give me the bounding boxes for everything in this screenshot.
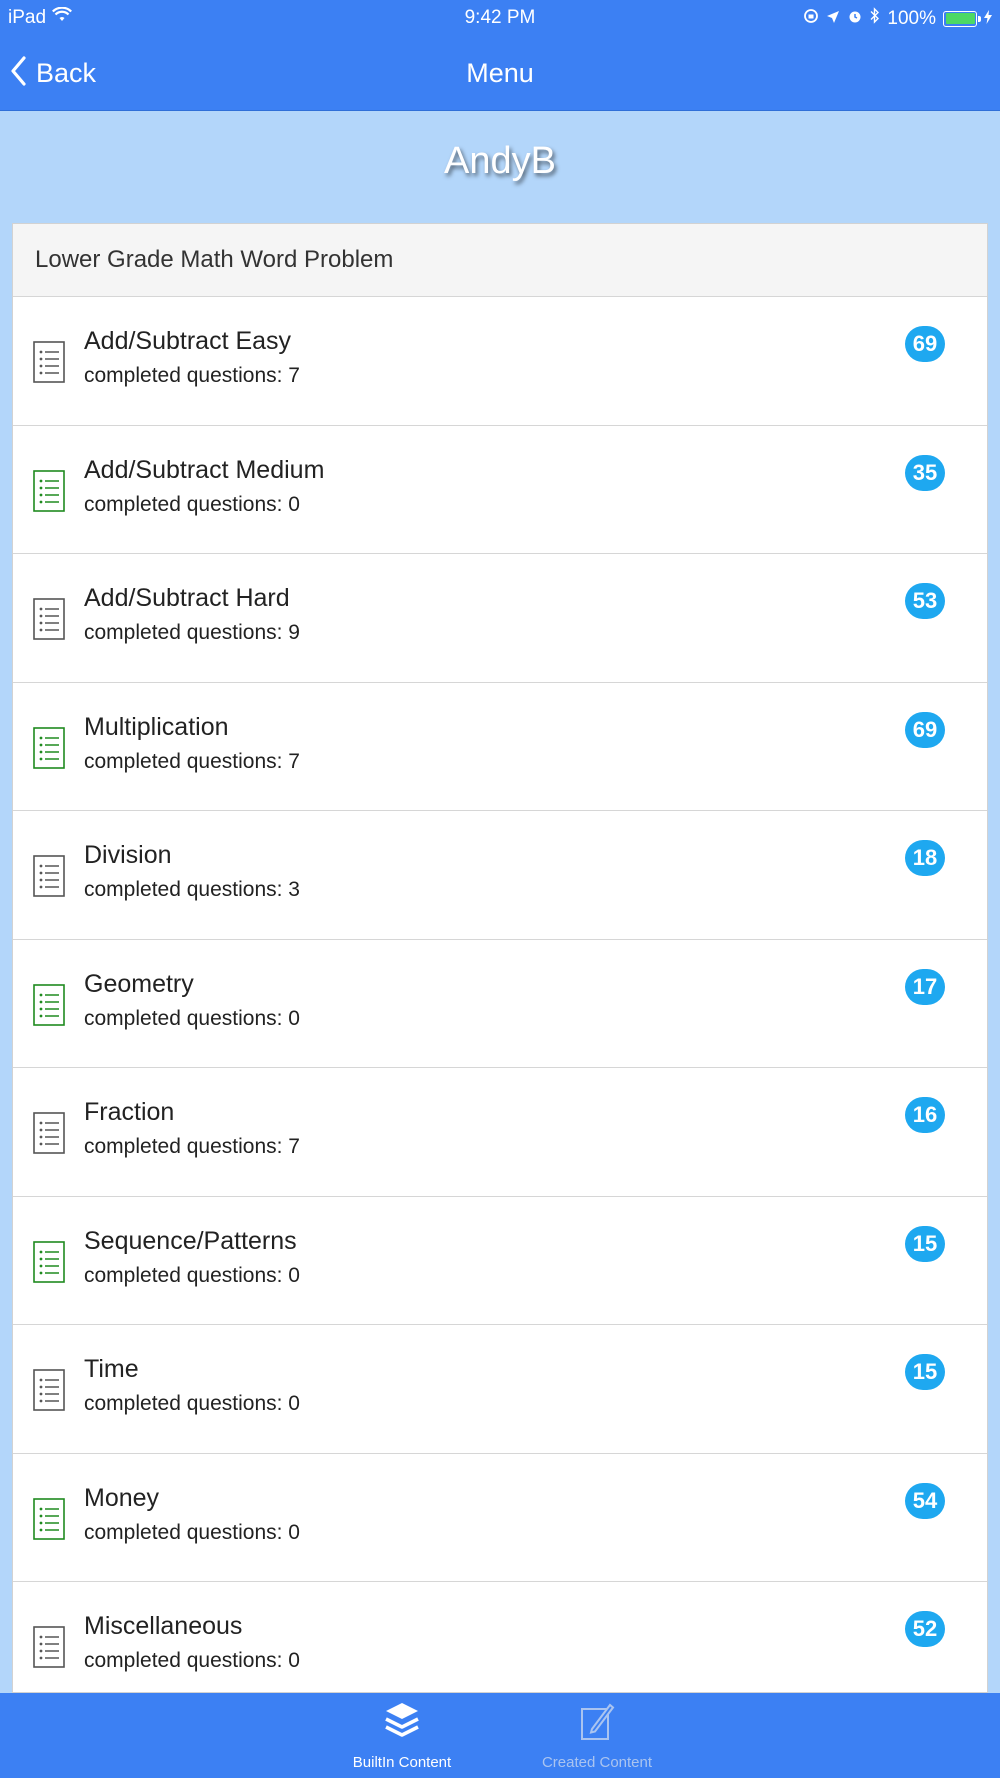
status-bar: iPad 9:42 PM 100%: [0, 0, 1000, 36]
count-badge: 35: [905, 454, 945, 491]
list-item[interactable]: Add/Subtract Easy completed questions: 7 6…: [13, 297, 987, 426]
count-badge: 15: [905, 1354, 945, 1390]
orientation-lock-icon: [803, 8, 819, 30]
section-title: Lower Grade Math Word Problem: [35, 246, 394, 273]
list-icon: [33, 598, 65, 645]
list-icon: [33, 341, 65, 388]
list-item[interactable]: Geometry completed questions: 0 17: [13, 940, 987, 1068]
bluetooth-icon: [870, 7, 880, 30]
count-badge: 18: [905, 840, 945, 876]
status-right: 100%: [803, 7, 992, 30]
list-item[interactable]: Miscellaneous completed questions: 0 52: [13, 1582, 987, 1692]
count-badge: 69: [905, 711, 945, 748]
list-icon: [33, 1112, 65, 1159]
layers-icon: [384, 1703, 420, 1749]
location-icon: [826, 8, 840, 30]
list-item[interactable]: Division completed questions: 3 18: [13, 811, 987, 940]
item-subtitle: completed questions: 7: [84, 364, 300, 387]
item-title: Sequence/Patterns: [84, 1226, 297, 1255]
menu-list: Add/Subtract Easy completed questions: 7 6…: [13, 297, 987, 1692]
edit-icon: [578, 1703, 616, 1749]
list-item[interactable]: Sequence/Patterns completed questions: 0 1…: [13, 1197, 987, 1325]
list-icon: [33, 469, 65, 517]
list-item[interactable]: Fraction completed questions: 7 16: [13, 1068, 987, 1197]
item-title: Miscellaneous: [84, 1612, 243, 1640]
navigation-bar: Back Menu: [0, 36, 1000, 111]
item-subtitle: completed questions: 0: [84, 1649, 300, 1672]
item-title: Division: [84, 841, 172, 869]
alarm-icon: [847, 8, 863, 30]
item-subtitle: completed questions: 0: [84, 1263, 300, 1287]
item-subtitle: completed questions: 0: [84, 492, 300, 516]
charging-icon: [984, 8, 992, 30]
user-name: AndyB: [444, 140, 556, 182]
list-icon: [33, 1497, 65, 1545]
item-title: Time: [84, 1355, 139, 1383]
item-subtitle: completed questions: 7: [84, 1135, 300, 1158]
tab-created-content[interactable]: Created Content: [527, 1701, 667, 1771]
item-title: Fraction: [84, 1098, 175, 1126]
menu-card: Lower Grade Math Word Problem Add/Subtra…: [12, 223, 988, 1693]
tab-bar: BuiltIn Content Created Content: [0, 1693, 1000, 1778]
item-subtitle: completed questions: 9: [84, 621, 300, 644]
list-item[interactable]: Multiplication completed questions: 7 69: [13, 683, 987, 811]
count-badge: 17: [905, 968, 945, 1005]
count-badge: 15: [905, 1225, 945, 1262]
item-title: Add/Subtract Medium: [84, 455, 325, 484]
item-subtitle: completed questions: 7: [84, 749, 300, 773]
list-icon: [33, 855, 65, 902]
item-title: Add/Subtract Hard: [84, 584, 290, 612]
item-subtitle: completed questions: 0: [84, 1520, 300, 1544]
item-title: Geometry: [84, 969, 194, 998]
nav-title: Menu: [466, 58, 534, 88]
count-badge: 69: [905, 326, 945, 362]
list-item[interactable]: Time completed questions: 0 15: [13, 1325, 987, 1454]
count-badge: 16: [905, 1097, 945, 1133]
item-title: Add/Subtract Easy: [84, 327, 292, 355]
tab-created-label: Created Content: [541, 1754, 653, 1771]
tab-builtin-content[interactable]: BuiltIn Content: [332, 1701, 472, 1771]
count-badge: 52: [905, 1611, 945, 1647]
item-subtitle: completed questions: 0: [84, 1392, 300, 1415]
list-icon: [33, 1240, 65, 1288]
section-header: Lower Grade Math Word Problem: [13, 224, 987, 297]
item-subtitle: completed questions: 3: [84, 878, 300, 901]
list-item[interactable]: Money completed questions: 0 54: [13, 1454, 987, 1582]
count-badge: 54: [905, 1482, 945, 1519]
list-item[interactable]: Add/Subtract Hard completed questions: 9 5…: [13, 554, 987, 683]
list-icon: [33, 726, 65, 774]
battery-icon: [943, 10, 981, 27]
item-title: Multiplication: [84, 712, 229, 741]
item-subtitle: completed questions: 0: [84, 1006, 300, 1030]
list-icon: [33, 1626, 65, 1673]
count-badge: 53: [905, 583, 945, 619]
tab-builtin-label: BuiltIn Content: [352, 1754, 452, 1771]
list-item[interactable]: Add/Subtract Medium completed questions: …: [13, 426, 987, 554]
list-icon: [33, 983, 65, 1031]
item-title: Money: [84, 1483, 160, 1512]
list-icon: [33, 1369, 65, 1416]
battery-percent: 100%: [887, 7, 936, 29]
